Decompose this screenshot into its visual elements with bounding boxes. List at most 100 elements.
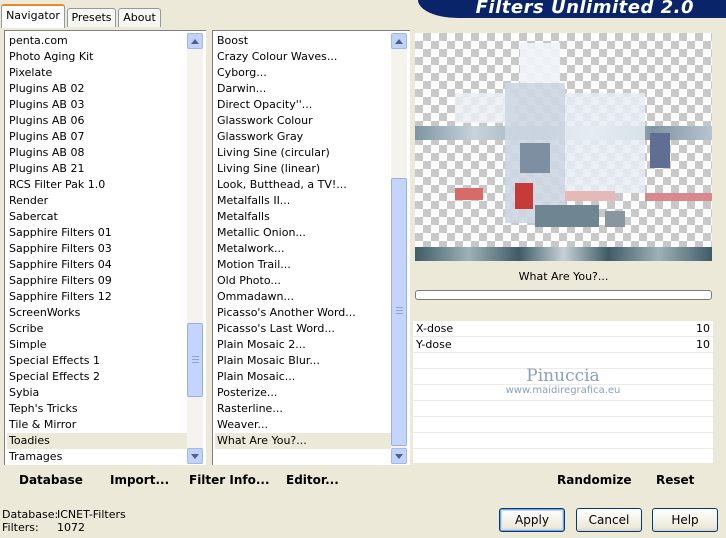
list-item[interactable]: Living Sine (linear) [213, 161, 391, 177]
list-item[interactable]: Picasso's Another Word... [213, 305, 391, 321]
list-item[interactable]: Glasswork Colour [213, 113, 391, 129]
list-item[interactable]: Metallic Onion... [213, 225, 391, 241]
list-item[interactable]: Sapphire Filters 03 [5, 241, 187, 257]
list-item[interactable]: Special Effects 2 [5, 369, 187, 385]
list-item[interactable]: Sybia [5, 385, 187, 401]
list-item[interactable]: Sapphire Filters 12 [5, 289, 187, 305]
list-item[interactable]: Boost [213, 33, 391, 49]
chevron-down-icon [395, 453, 403, 459]
list-item[interactable]: Old Photo... [213, 273, 391, 289]
list-item[interactable]: Plugins AB 21 [5, 161, 187, 177]
filter-list[interactable]: Boost Crazy Colour Waves... Cyborg... Darwi… [213, 33, 391, 449]
list-item[interactable]: Special Effects 1 [5, 353, 187, 369]
list-item[interactable]: Sapphire Filters 01 [5, 225, 187, 241]
tab-about[interactable]: About [118, 8, 161, 27]
list-item[interactable]: Cyborg... [213, 65, 391, 81]
list-item[interactable]: ScreenWorks [5, 305, 187, 321]
list-item[interactable]: RCS Filter Pak 1.0 [5, 177, 187, 193]
preview-blob [650, 133, 670, 168]
category-scrollbar[interactable] [187, 33, 203, 464]
param-value[interactable]: 10 [696, 321, 710, 337]
randomize-button[interactable]: Randomize [557, 473, 631, 487]
scroll-down-button[interactable] [187, 448, 203, 464]
filter-info-button[interactable]: Filter Info... [189, 473, 270, 487]
watermark-name: Pinuccia [526, 366, 600, 386]
list-item[interactable]: Teph's Tricks [5, 401, 187, 417]
list-item[interactable]: Plugins AB 06 [5, 113, 187, 129]
param-label: Y-dose [416, 338, 452, 351]
list-item[interactable]: Plain Mosaic... [213, 369, 391, 385]
list-item[interactable]: Metalfalls II... [213, 193, 391, 209]
status-database-value: ICNET-Filters [57, 508, 126, 521]
param-label: X-dose [416, 322, 454, 335]
scroll-thumb[interactable] [391, 178, 407, 446]
list-item[interactable]: Metalwork... [213, 241, 391, 257]
status-filters: Filters: 1072 [2, 521, 85, 534]
list-item[interactable]: Plugins AB 03 [5, 97, 187, 113]
scroll-down-button[interactable] [391, 448, 407, 464]
list-item[interactable]: Living Sine (circular) [213, 145, 391, 161]
param-row-y-dose[interactable]: Y-dose 10 [413, 337, 713, 353]
scroll-up-button[interactable] [187, 33, 203, 49]
list-item[interactable]: Plain Mosaic 2... [213, 337, 391, 353]
cancel-button[interactable]: Cancel [576, 508, 642, 532]
list-item[interactable]: Rasterline... [213, 401, 391, 417]
list-item[interactable]: Plain Mosaic Blur... [213, 353, 391, 369]
param-row-empty [413, 417, 713, 433]
preview-blob [520, 143, 550, 173]
title-banner: Filters Unlimited 2.0 [418, 0, 726, 18]
list-item[interactable]: Motion Trail... [213, 257, 391, 273]
list-item[interactable]: Tramages [5, 449, 187, 465]
list-item[interactable]: Tile & Mirror [5, 417, 187, 433]
list-item[interactable]: Simple [5, 337, 187, 353]
scroll-thumb[interactable] [187, 323, 203, 397]
list-item[interactable]: Weaver... [213, 417, 391, 433]
list-item[interactable]: Toadies [7, 433, 187, 449]
list-item[interactable]: Pixelate [5, 65, 187, 81]
database-button[interactable]: Database [19, 473, 83, 487]
list-item[interactable]: Photo Aging Kit [5, 49, 187, 65]
preview-blob [520, 43, 560, 83]
list-item[interactable]: Picasso's Last Word... [213, 321, 391, 337]
list-item[interactable]: Crazy Colour Waves... [213, 49, 391, 65]
preview-red-mark [515, 183, 533, 209]
status-filters-value: 1072 [57, 521, 85, 534]
preview-red-mark [565, 191, 615, 201]
param-row-empty [413, 433, 713, 449]
scroll-up-button[interactable] [391, 33, 407, 49]
reset-button[interactable]: Reset [656, 473, 694, 487]
list-item[interactable]: Scribe [5, 321, 187, 337]
list-item[interactable]: Posterize... [213, 385, 391, 401]
list-item[interactable]: Plugins AB 07 [5, 129, 187, 145]
param-value[interactable]: 10 [696, 337, 710, 353]
list-item[interactable]: What Are You?... [215, 433, 391, 449]
list-item[interactable]: penta.com [5, 33, 187, 49]
param-row-x-dose[interactable]: X-dose 10 [413, 321, 713, 337]
list-item[interactable]: Ommadawn... [213, 289, 391, 305]
list-item[interactable]: Look, Butthead, a TV!... [213, 177, 391, 193]
selected-filter-name: What Are You?... [518, 270, 609, 283]
apply-button[interactable]: Apply [499, 508, 565, 532]
watermark: Pinuccia www.maidiregrafica.eu [413, 366, 713, 396]
import-button[interactable]: Import... [110, 473, 169, 487]
list-item[interactable]: Sapphire Filters 09 [5, 273, 187, 289]
preview-image[interactable] [415, 33, 712, 261]
help-button[interactable]: Help [652, 508, 718, 532]
chevron-down-icon [191, 453, 199, 459]
preview-band [415, 247, 712, 261]
filter-scrollbar[interactable] [391, 33, 407, 464]
tab-navigator[interactable]: Navigator [1, 4, 65, 28]
list-item[interactable]: Sapphire Filters 04 [5, 257, 187, 273]
list-item[interactable]: Glasswork Gray [213, 129, 391, 145]
list-item[interactable]: Plugins AB 02 [5, 81, 187, 97]
progress-bar [415, 290, 712, 300]
category-list[interactable]: penta.com Photo Aging Kit Pixelate Plugins … [5, 33, 187, 465]
list-item[interactable]: Sabercat [5, 209, 187, 225]
list-item[interactable]: Direct Opacity''... [213, 97, 391, 113]
list-item[interactable]: Render [5, 193, 187, 209]
list-item[interactable]: Metalfalls [213, 209, 391, 225]
tab-presets[interactable]: Presets [67, 8, 116, 27]
editor-button[interactable]: Editor... [286, 473, 339, 487]
list-item[interactable]: Darwin... [213, 81, 391, 97]
list-item[interactable]: Plugins AB 08 [5, 145, 187, 161]
